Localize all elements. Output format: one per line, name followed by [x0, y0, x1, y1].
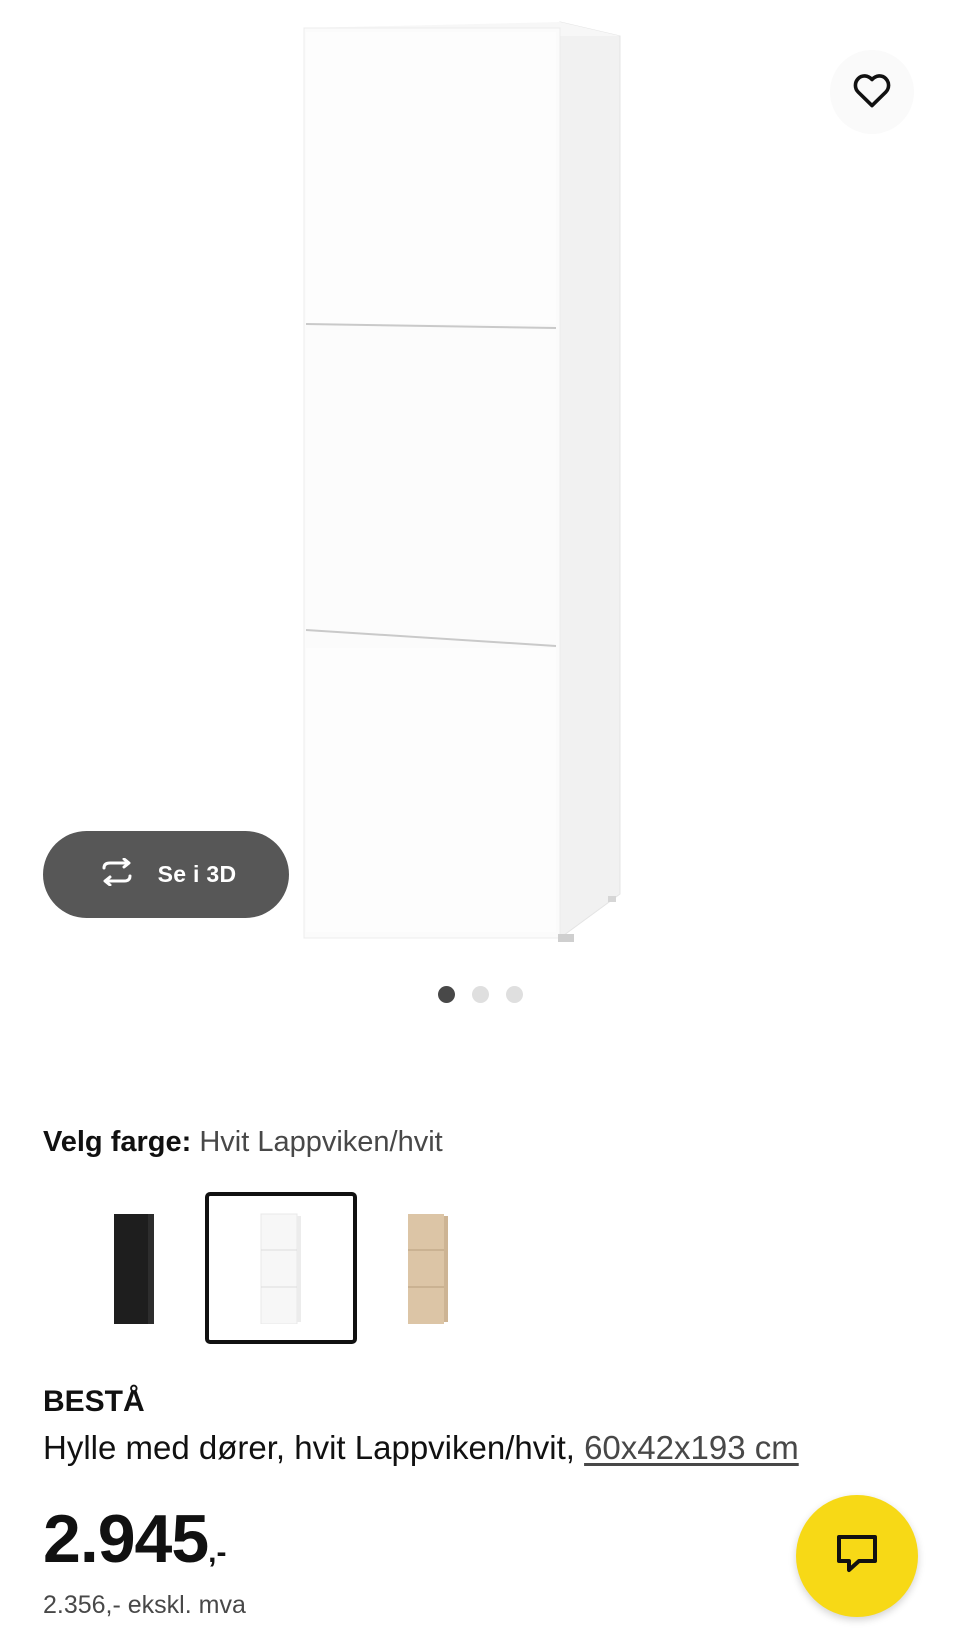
carousel-dot-3[interactable] — [505, 986, 523, 1003]
swatch-white[interactable] — [205, 1192, 357, 1344]
view-3d-label: Se i 3D — [157, 861, 237, 887]
carousel-indicator — [0, 986, 960, 1003]
color-label: Velg farge: — [43, 1126, 192, 1158]
black-cabinet-thumbnail — [114, 1214, 154, 1324]
white-cabinet-thumbnail — [260, 1213, 301, 1324]
swatch-oak-effect[interactable] — [352, 1192, 504, 1344]
rotate-3d-icon — [96, 857, 138, 891]
swatch-black[interactable] — [58, 1192, 210, 1344]
color-swatches — [58, 1192, 518, 1348]
chat-button[interactable] — [796, 1495, 918, 1617]
oak-cabinet-thumbnail — [408, 1214, 448, 1324]
selected-color-value: Hvit Lappviken/hvit — [199, 1126, 443, 1158]
product-description: Hylle med dører, hvit Lappviken/hvit, 60… — [43, 1427, 799, 1469]
price-suffix: ,- — [208, 1536, 227, 1569]
product-dimensions-link[interactable]: 60x42x193 cm — [584, 1429, 799, 1466]
product-price: 2.945,- — [43, 1499, 227, 1598]
product-image-area: Se i 3D — [0, 0, 960, 1010]
product-name: BESTÅ — [43, 1385, 145, 1418]
favorite-button[interactable] — [830, 50, 914, 134]
heart-icon — [852, 72, 892, 113]
product-image[interactable] — [300, 14, 650, 954]
view-3d-button[interactable]: Se i 3D — [43, 831, 289, 918]
color-selection-label: Velg farge: Hvit Lappviken/hvit — [43, 1122, 443, 1162]
price-excl-vat: 2.356,- ekskl. mva — [43, 1591, 246, 1619]
price-amount: 2.945 — [43, 1501, 209, 1577]
chat-icon — [834, 1532, 880, 1581]
product-description-text: Hylle med dører, hvit Lappviken/hvit, — [43, 1429, 585, 1466]
carousel-dot-1[interactable] — [437, 986, 455, 1003]
carousel-dot-2[interactable] — [471, 986, 489, 1003]
